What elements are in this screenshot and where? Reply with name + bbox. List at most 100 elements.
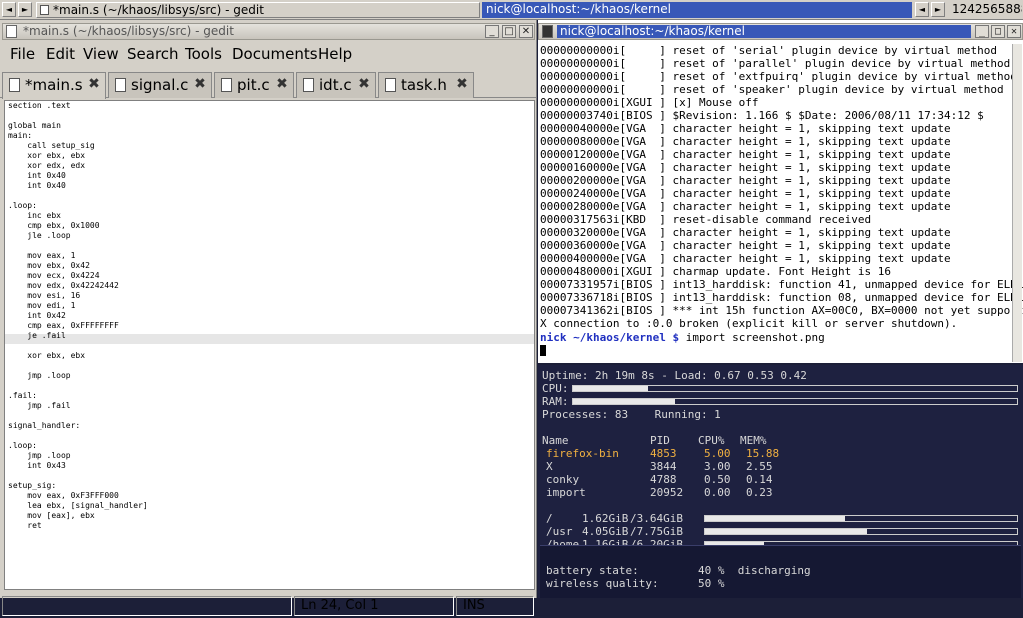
- document-icon: [385, 78, 396, 92]
- code-line: mov esi, 16: [8, 291, 81, 300]
- close-tab-icon[interactable]: ✖: [357, 77, 371, 92]
- tab-label: signal.c: [131, 76, 189, 94]
- document-icon: [221, 78, 232, 92]
- task-terminal[interactable]: nick@localhost:~/khaos/kernel: [482, 2, 912, 18]
- terminal-line: 00000320000e[VGA ] character height = 1,…: [540, 226, 951, 239]
- cpu-bar: [572, 385, 1018, 392]
- disk-used: 4.05GiB: [582, 525, 629, 538]
- process-pid: 4853: [650, 447, 677, 460]
- terminal-prompt[interactable]: nick ~/khaos/kernel $ import screenshot.…: [540, 331, 825, 344]
- menu-edit[interactable]: Edit: [46, 42, 75, 66]
- gedit-titlebar[interactable]: *main.s (~/khaos/libsys/src) - gedit _ □…: [2, 23, 535, 40]
- menu-help[interactable]: Help: [318, 42, 352, 66]
- taskbar: ◄ ► *main.s (~/khaos/libsys/src) - gedit…: [0, 0, 1023, 20]
- cpu-bar-fill: [573, 386, 649, 391]
- terminal-scrollbar[interactable]: [1012, 44, 1022, 362]
- code-line: jmp .loop: [8, 451, 71, 460]
- process-name: firefox-bin: [546, 447, 619, 460]
- tab-label: *main.s: [25, 76, 83, 94]
- minimize-button[interactable]: _: [485, 25, 499, 38]
- maximize-icon: □: [994, 26, 1002, 37]
- disk-usage-bar: [704, 515, 1018, 522]
- menu-search[interactable]: Search: [127, 42, 179, 66]
- maximize-button[interactable]: □: [991, 25, 1005, 38]
- process-pid: 20952: [650, 486, 684, 499]
- code-line: int 0x40: [8, 171, 66, 180]
- code-line: global main: [8, 121, 61, 130]
- tab-pit-c[interactable]: pit.c ✖: [214, 72, 294, 98]
- close-button[interactable]: ✕: [1007, 25, 1021, 38]
- maximize-button[interactable]: □: [502, 25, 516, 38]
- prev-desktop-button[interactable]: ◄: [2, 2, 16, 17]
- terminal-line: 00000000000i[ ] reset of 'extfpuirq' plu…: [540, 70, 1017, 83]
- terminal-line: 00000317563i[KBD ] reset-disable command…: [540, 213, 872, 226]
- terminal-line: 00000120000e[VGA ] character height = 1,…: [540, 148, 951, 161]
- code-line: jmp .loop: [8, 371, 71, 380]
- code-line: xor edx, edx: [8, 161, 86, 170]
- menu-tools[interactable]: Tools: [185, 42, 222, 66]
- close-tab-icon[interactable]: ✖: [275, 77, 289, 92]
- document-icon: [6, 25, 17, 38]
- code-line: inc ebx: [8, 211, 61, 220]
- gedit-title-text: *main.s (~/khaos/libsys/src) - gedit: [23, 24, 234, 38]
- next-desktop-button[interactable]: ►: [18, 2, 32, 17]
- disk-usage-fill: [705, 516, 846, 521]
- menu-documents[interactable]: Documents: [232, 42, 318, 66]
- terminal-line: 00000000000i[ ] reset of 'parallel' plug…: [540, 57, 1011, 70]
- tab-signal-c[interactable]: signal.c ✖: [108, 72, 212, 98]
- battery-label: battery state:: [546, 564, 639, 577]
- code-line: mov ebx, 0x42: [8, 261, 90, 270]
- minimize-icon: _: [978, 26, 986, 37]
- task-scroll-right-button[interactable]: ►: [931, 2, 945, 17]
- code-line: signal_handler:: [8, 421, 81, 430]
- code-line: .fail:: [8, 391, 37, 400]
- menu-file[interactable]: File: [10, 42, 35, 66]
- code-line: mov [eax], ebx: [8, 511, 95, 520]
- ram-bar-fill: [573, 399, 676, 404]
- arrow-right-icon: ►: [21, 5, 29, 14]
- current-line-highlight: [5, 334, 534, 344]
- task-gedit[interactable]: *main.s (~/khaos/libsys/src) - gedit: [36, 2, 480, 18]
- wireless-value: 50 %: [698, 577, 725, 590]
- code-line: section .text: [8, 101, 71, 110]
- terminal-window: nick@localhost:~/khaos/kernel _ □ ✕ 0000…: [538, 20, 1023, 363]
- code-line: lea ebx, [signal_handler]: [8, 501, 148, 510]
- task-scroll-left-button[interactable]: ◄: [915, 2, 929, 17]
- code-line: cmp eax, 0xFFFFFFFF: [8, 321, 119, 330]
- close-icon: ✕: [521, 26, 531, 37]
- terminal-line: 00000480000i[XGUI ] charmap update. Font…: [540, 265, 891, 278]
- close-tab-icon[interactable]: ✖: [87, 77, 101, 92]
- tab-task-h[interactable]: task.h ✖: [378, 72, 474, 98]
- close-button[interactable]: ✕: [519, 25, 533, 38]
- minimize-button[interactable]: _: [975, 25, 989, 38]
- document-icon: [115, 78, 126, 92]
- code-line: jmp .fail: [8, 401, 71, 410]
- code-editor[interactable]: section .text global main main: call setup…: [4, 100, 535, 590]
- close-tab-icon[interactable]: ✖: [193, 77, 207, 92]
- prompt-user: nick: [540, 331, 567, 344]
- menu-view[interactable]: View: [83, 42, 119, 66]
- code-line: xor ebx, ebx: [8, 351, 86, 360]
- status-message: [2, 596, 292, 616]
- code-line: .loop:: [8, 441, 37, 450]
- tab-main-s[interactable]: *main.s ✖: [2, 72, 106, 99]
- terminal-line: 00007331957i[BIOS ] int13_harddisk: func…: [540, 278, 1023, 291]
- close-tab-icon[interactable]: ✖: [455, 77, 469, 92]
- process-cpu: 0.50: [704, 473, 731, 486]
- code-line: setup_sig:: [8, 481, 57, 490]
- terminal-line: 00007336718i[BIOS ] int13_harddisk: func…: [540, 291, 1023, 304]
- terminal-titlebar[interactable]: nick@localhost:~/khaos/kernel _ □ ✕: [538, 23, 1023, 40]
- proc-header-pid: PID: [650, 434, 670, 447]
- terminal-line: 00007341362i[BIOS ] *** int 15h function…: [540, 304, 1023, 317]
- clock: 1242565888: [948, 2, 1022, 18]
- conky-panel: Uptime: 2h 19m 8s - Load: 0.67 0.53 0.42…: [538, 365, 1023, 598]
- terminal-line: 00000003740i[BIOS ] $Revision: 1.166 $ $…: [540, 109, 984, 122]
- process-cpu: 5.00: [704, 447, 731, 460]
- tab-idt-c[interactable]: idt.c ✖: [296, 72, 376, 98]
- cpu-label: CPU:: [542, 382, 569, 395]
- code-line: xor ebx, ebx: [8, 151, 86, 160]
- cursor-position: Ln 24, Col 1: [294, 596, 454, 616]
- tab-label: idt.c: [319, 76, 352, 94]
- process-pid: 3844: [650, 460, 677, 473]
- terminal-cursor: [540, 345, 546, 356]
